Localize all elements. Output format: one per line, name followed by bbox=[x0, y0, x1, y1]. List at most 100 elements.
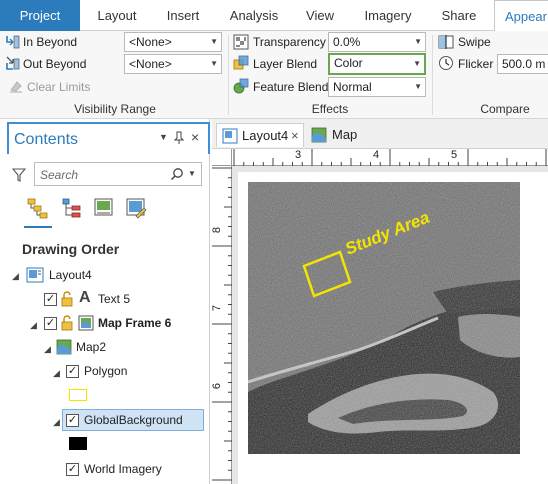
feature-blend-icon bbox=[233, 78, 249, 94]
ruler-corner bbox=[212, 149, 232, 166]
tab-layout4-label: Layout4 bbox=[242, 128, 289, 143]
pane-menu-icon[interactable]: ▼ bbox=[159, 132, 168, 142]
visibility-checkbox[interactable]: ✓ bbox=[44, 293, 57, 306]
ruler-label: 8 bbox=[211, 226, 224, 234]
out-beyond-value: <None> bbox=[129, 57, 172, 71]
text-element-icon: A bbox=[79, 289, 91, 306]
ruler-label: 3 bbox=[295, 149, 302, 161]
compare-group-title: Compare bbox=[480, 102, 530, 116]
ruler-ticks bbox=[233, 149, 547, 166]
tab-imagery[interactable]: Imagery bbox=[356, 0, 420, 31]
list-by-selection-icon[interactable] bbox=[92, 196, 116, 220]
visibility-checkbox[interactable]: ✓ bbox=[44, 317, 57, 330]
effects-group-title: Effects bbox=[311, 102, 349, 116]
collapse-icon[interactable]: ◢ bbox=[53, 417, 60, 428]
layout-icon bbox=[222, 128, 238, 144]
contents-view-toolbar bbox=[24, 194, 152, 230]
chevron-down-icon: ▼ bbox=[413, 59, 421, 68]
layer-item-map2[interactable]: Map2 bbox=[76, 340, 106, 354]
layout-icon bbox=[26, 267, 44, 283]
horizontal-ruler: 3 4 5 bbox=[232, 149, 548, 166]
collapse-icon[interactable]: ◢ bbox=[12, 271, 19, 282]
pin-icon[interactable] bbox=[173, 131, 185, 145]
chevron-down-icon[interactable]: ▼ bbox=[188, 169, 196, 178]
flicker-button[interactable]: Flicker bbox=[458, 57, 493, 71]
tab-appearance[interactable]: Appear bbox=[494, 0, 548, 32]
tab-insert[interactable]: Insert bbox=[156, 0, 210, 31]
chevron-down-icon: ▼ bbox=[414, 82, 422, 91]
visibility-range-group-title: Visibility Range bbox=[74, 102, 156, 116]
feature-blend-combo[interactable]: Normal ▼ bbox=[328, 77, 426, 97]
flicker-icon bbox=[439, 56, 453, 70]
ruler-label: 5 bbox=[451, 149, 458, 161]
close-icon[interactable]: × bbox=[191, 129, 199, 145]
layer-item-map-frame-6[interactable]: Map Frame 6 bbox=[98, 316, 171, 330]
contents-header: Contents ▼ × bbox=[7, 122, 210, 154]
flicker-rate-input[interactable]: 500.0 m bbox=[497, 54, 548, 74]
layer-item-layout4[interactable]: Layout4 bbox=[49, 268, 92, 282]
in-beyond-combo[interactable]: <None> ▼ bbox=[124, 32, 222, 52]
search-icon[interactable] bbox=[170, 167, 184, 181]
transparency-value: 0.0% bbox=[333, 35, 361, 49]
layer-item-text5[interactable]: Text 5 bbox=[98, 292, 130, 306]
map-icon bbox=[311, 127, 327, 143]
visibility-checkbox[interactable]: ✓ bbox=[66, 463, 79, 476]
ruler-label: 7 bbox=[211, 304, 224, 312]
list-by-source-icon[interactable] bbox=[60, 196, 84, 220]
ribbon-tab-bar: Project Layout Insert Analysis View Imag… bbox=[0, 0, 548, 32]
tab-share[interactable]: Share bbox=[434, 0, 484, 31]
visibility-checkbox[interactable]: ✓ bbox=[66, 414, 79, 427]
map-frame-icon bbox=[78, 315, 94, 331]
vertical-ruler: 8 7 6 bbox=[211, 166, 232, 484]
lock-icon[interactable] bbox=[60, 291, 74, 307]
collapse-icon[interactable]: ◢ bbox=[53, 368, 60, 379]
collapse-icon[interactable]: ◢ bbox=[44, 344, 51, 355]
background-symbol[interactable] bbox=[69, 437, 87, 450]
map-frame[interactable]: Study Area bbox=[248, 182, 520, 454]
ruler-label: 6 bbox=[211, 382, 224, 390]
filter-icon[interactable] bbox=[12, 168, 26, 182]
layer-item-polygon[interactable]: Polygon bbox=[84, 364, 127, 378]
in-beyond-icon bbox=[6, 35, 20, 49]
tab-view[interactable]: View bbox=[298, 0, 342, 31]
drawing-order-icon[interactable] bbox=[26, 196, 50, 220]
in-beyond-label: In Beyond bbox=[23, 35, 78, 49]
list-by-editing-icon[interactable] bbox=[124, 196, 148, 220]
tab-map[interactable]: Map bbox=[308, 123, 368, 147]
out-beyond-icon bbox=[6, 56, 20, 70]
transparency-icon bbox=[233, 34, 249, 50]
swipe-icon bbox=[438, 35, 454, 49]
swipe-button[interactable]: Swipe bbox=[458, 35, 491, 49]
chevron-down-icon: ▼ bbox=[414, 37, 422, 46]
tab-map-label: Map bbox=[332, 127, 358, 142]
close-icon[interactable]: × bbox=[291, 124, 299, 148]
feature-blend-value: Normal bbox=[333, 80, 372, 94]
transparency-combo[interactable]: 0.0% ▼ bbox=[328, 32, 426, 52]
tab-analysis[interactable]: Analysis bbox=[222, 0, 286, 31]
out-beyond-combo[interactable]: <None> ▼ bbox=[124, 54, 222, 74]
chevron-down-icon: ▼ bbox=[210, 59, 218, 68]
chevron-down-icon: ▼ bbox=[210, 37, 218, 46]
collapse-icon[interactable]: ◢ bbox=[30, 320, 37, 331]
tab-project[interactable]: Project bbox=[0, 0, 80, 31]
out-beyond-label: Out Beyond bbox=[23, 57, 87, 71]
layer-item-globalbackground[interactable]: GlobalBackground bbox=[84, 413, 183, 427]
flicker-rate-value: 500.0 m bbox=[502, 57, 546, 71]
lock-icon[interactable] bbox=[60, 315, 74, 331]
tab-layout[interactable]: Layout bbox=[88, 0, 146, 31]
active-view-indicator bbox=[24, 226, 52, 228]
visibility-checkbox[interactable]: ✓ bbox=[66, 365, 79, 378]
ribbon: In Beyond <None> ▼ Out Beyond <None> ▼ C… bbox=[0, 31, 548, 119]
contents-title: Contents bbox=[14, 131, 79, 148]
search-input[interactable]: Search ▼ bbox=[34, 162, 202, 186]
tab-layout4[interactable]: Layout4 × bbox=[216, 123, 304, 147]
clear-limits-button[interactable]: Clear Limits bbox=[27, 80, 90, 94]
layer-item-world-imagery[interactable]: World Imagery bbox=[84, 462, 162, 476]
drawing-order-heading: Drawing Order bbox=[22, 241, 120, 257]
polygon-symbol[interactable] bbox=[69, 389, 87, 401]
map-icon bbox=[56, 339, 72, 355]
view-tab-bar: Layout4 × Map bbox=[212, 119, 548, 149]
layer-blend-combo[interactable]: Color ▼ bbox=[328, 53, 426, 75]
feature-blend-label: Feature Blend bbox=[253, 80, 329, 94]
group-divider bbox=[432, 35, 433, 115]
